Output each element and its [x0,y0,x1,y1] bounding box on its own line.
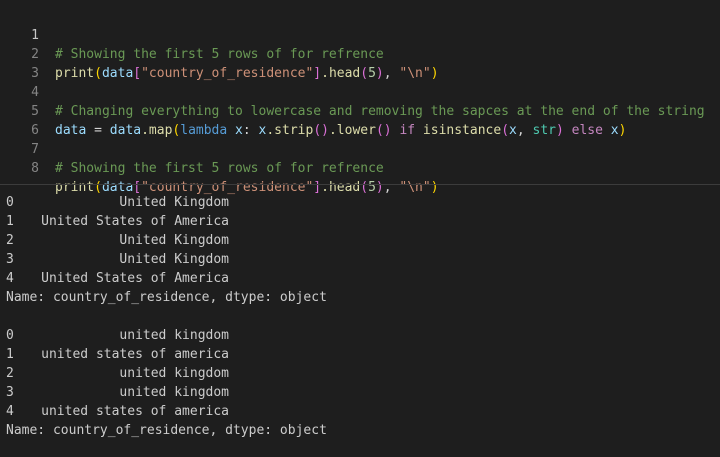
output-row: 3 United Kingdom [0,250,720,269]
output-blank-line [0,307,720,326]
output-row: 0 United Kingdom [0,193,720,212]
cell-output-divider [0,184,720,185]
output-footer: Name: country_of_residence, dtype: objec… [0,421,720,440]
row-value: United Kingdom [119,195,229,210]
row-index: 2 [6,233,14,248]
code-lines: 1 # Showing the first 5 rows of for refr… [0,7,720,195]
code-content: # Showing the first 5 rows of for refren… [55,159,384,178]
row-value: United Kingdom [119,233,229,248]
code-line[interactable]: 1 # Showing the first 5 rows of for refr… [0,7,720,62]
code-line[interactable]: 5 data = data.map(lambda x: x.strip().lo… [0,83,720,138]
output-row: 1 United States of America [0,212,720,231]
row-value: united kingdom [119,385,229,400]
row-index: 3 [6,252,14,267]
row-index: 4 [6,271,14,286]
output-row: 3 united kingdom [0,383,720,402]
code-line[interactable]: 4 # Changing everything to lowercase and… [0,64,720,119]
row-index: 1 [6,347,14,362]
code-editor[interactable]: 1 # Showing the first 5 rows of for refr… [0,0,720,195]
series-footer: Name: country_of_residence, dtype: objec… [6,290,327,305]
code-line[interactable]: 2 print(data["country_of_residence"].hea… [0,26,720,81]
row-value: united states of america [41,347,229,362]
row-value: united kingdom [119,366,229,381]
row-index: 2 [6,366,14,381]
row-index: 4 [6,404,14,419]
row-value: United States of America [41,271,229,286]
line-number: 8 [31,161,39,176]
row-index: 0 [6,195,14,210]
row-value: united states of america [41,404,229,419]
row-value: United Kingdom [119,252,229,267]
row-value: united kingdom [119,328,229,343]
output-row: 2 united kingdom [0,364,720,383]
row-index: 1 [6,214,14,229]
cell-output[interactable]: 0 United Kingdom 1 United States of Americ… [0,193,720,457]
code-line[interactable]: 3 [0,45,720,81]
output-row: 0 united kingdom [0,326,720,345]
comment: # Showing the first 5 rows of for refren… [55,161,384,176]
code-line[interactable]: 8 print(data["country_of_residence"].hea… [0,140,720,195]
output-row: 4 United States of America [0,269,720,288]
code-line[interactable]: 6 [0,102,720,138]
output-row: 4 united states of america [0,402,720,421]
row-value: United States of America [41,214,229,229]
output-footer: Name: country_of_residence, dtype: objec… [0,288,720,307]
row-index: 0 [6,328,14,343]
output-row: 1 united states of america [0,345,720,364]
series-footer: Name: country_of_residence, dtype: objec… [6,423,327,438]
code-line[interactable]: 7 # Showing the first 5 rows of for refr… [0,121,720,176]
output-row: 2 United Kingdom [0,231,720,250]
row-index: 3 [6,385,14,400]
